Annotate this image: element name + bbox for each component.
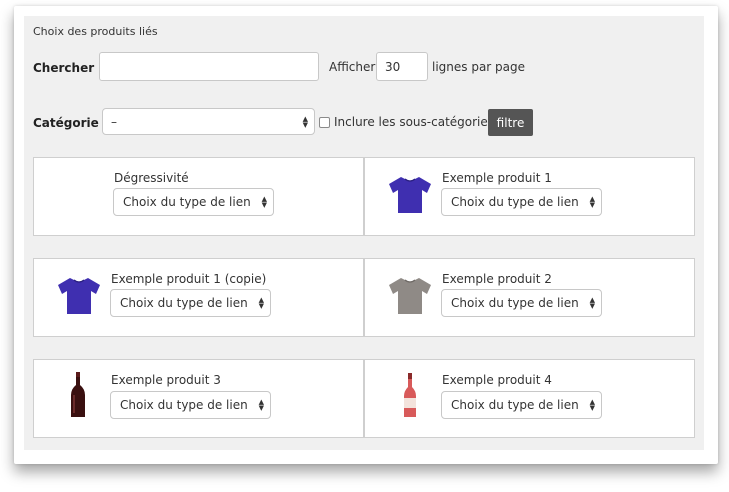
product-card: Exemple produit 3 Choix du type de lien … bbox=[33, 359, 364, 438]
category-select-value: – bbox=[111, 114, 117, 129]
product-card: Exemple produit 4 Choix du type de lien … bbox=[364, 359, 695, 438]
rows-per-page-input[interactable] bbox=[376, 52, 428, 81]
link-type-select[interactable]: Choix du type de lien ▲ ▼ bbox=[441, 188, 602, 216]
link-type-select-value: Choix du type de lien bbox=[451, 398, 579, 412]
link-type-select-value: Choix du type de lien bbox=[123, 195, 251, 209]
filter-button[interactable]: filtre bbox=[488, 109, 533, 136]
select-arrows-icon: ▲ ▼ bbox=[258, 398, 264, 412]
include-subcategories-checkbox[interactable] bbox=[319, 117, 330, 128]
select-arrows-icon: ▲ ▼ bbox=[589, 296, 595, 310]
select-arrows-icon: ▲ ▼ bbox=[258, 296, 264, 310]
product-card: Exemple produit 1 (copie) Choix du type … bbox=[33, 258, 364, 337]
link-type-select-value: Choix du type de lien bbox=[120, 296, 248, 310]
product-name: Exemple produit 2 bbox=[442, 272, 552, 286]
bottle-red-wine-icon bbox=[71, 372, 85, 417]
link-type-select-value: Choix du type de lien bbox=[451, 195, 579, 209]
link-type-select[interactable]: Choix du type de lien ▲ ▼ bbox=[113, 188, 274, 216]
section-title: Choix des produits liés bbox=[33, 25, 158, 38]
search-label: Chercher : bbox=[33, 61, 104, 75]
rows-per-page-label: lignes par page bbox=[432, 60, 526, 74]
tshirt-grey-icon bbox=[389, 278, 431, 314]
show-label: Afficher bbox=[329, 60, 376, 74]
select-arrows-icon: ▲ ▼ bbox=[589, 398, 595, 412]
product-card: Exemple produit 1 Choix du type de lien … bbox=[364, 157, 695, 236]
tshirt-blue-icon bbox=[58, 278, 100, 314]
product-card: Exemple produit 2 Choix du type de lien … bbox=[364, 258, 695, 337]
link-type-select-value: Choix du type de lien bbox=[120, 398, 248, 412]
search-input[interactable] bbox=[99, 52, 319, 81]
include-subcategories-label: Inclure les sous-catégories bbox=[334, 115, 495, 129]
category-select[interactable]: – ▲ ▼ bbox=[102, 108, 315, 135]
product-name: Dégressivité bbox=[114, 171, 189, 185]
select-arrows-icon: ▲ ▼ bbox=[302, 114, 308, 129]
link-type-select[interactable]: Choix du type de lien ▲ ▼ bbox=[110, 289, 271, 317]
tshirt-blue-icon bbox=[389, 177, 431, 213]
link-type-select[interactable]: Choix du type de lien ▲ ▼ bbox=[110, 391, 271, 419]
product-card: Dégressivité Choix du type de lien ▲ ▼ bbox=[33, 157, 364, 236]
category-label: Catégorie : bbox=[33, 116, 108, 130]
select-arrows-icon: ▲ ▼ bbox=[261, 195, 267, 209]
product-name: Exemple produit 1 (copie) bbox=[111, 272, 267, 286]
product-name: Exemple produit 3 bbox=[111, 373, 221, 387]
link-type-select[interactable]: Choix du type de lien ▲ ▼ bbox=[441, 391, 602, 419]
select-arrows-icon: ▲ ▼ bbox=[589, 195, 595, 209]
link-type-select[interactable]: Choix du type de lien ▲ ▼ bbox=[441, 289, 602, 317]
product-name: Exemple produit 1 bbox=[442, 171, 552, 185]
bottle-rose-wine-icon bbox=[404, 373, 416, 417]
link-type-select-value: Choix du type de lien bbox=[451, 296, 579, 310]
product-name: Exemple produit 4 bbox=[442, 373, 552, 387]
